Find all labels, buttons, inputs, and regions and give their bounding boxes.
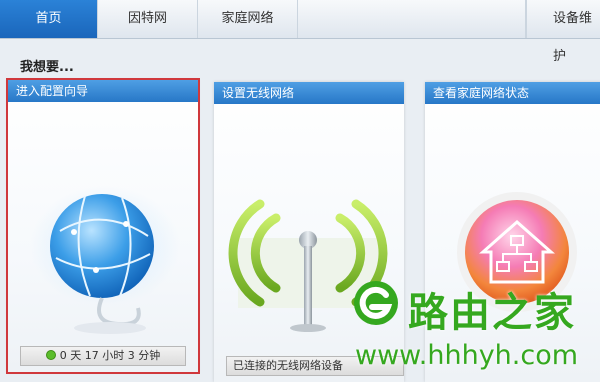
card-wireless-setup[interactable]: 设置无线网络 已连接的无线网络设备: [214, 82, 404, 382]
tab-home-network[interactable]: 家庭网络: [198, 0, 298, 38]
tab-internet[interactable]: 因特网: [98, 0, 198, 38]
watermark-url: www.hhhyh.com: [355, 340, 579, 371]
tab-home[interactable]: 首页: [0, 0, 98, 38]
watermark-logo-icon: [354, 281, 398, 325]
uptime-status: 0 天 17 小时 3 分钟: [20, 346, 186, 366]
card-title: 查看家庭网络状态: [425, 82, 600, 104]
card-title: 设置无线网络: [214, 82, 404, 104]
nav-spacer: [298, 0, 526, 38]
wireless-status-text: 已连接的无线网络设备: [233, 359, 343, 372]
card-config-wizard[interactable]: 进入配置向导 0 天 17 小时 3 分钟: [6, 78, 200, 374]
uptime-text: 0 天 17 小时 3 分钟: [59, 349, 161, 362]
online-dot-icon: [45, 350, 56, 360]
tab-device-maintenance[interactable]: 设备维护: [526, 0, 600, 64]
page-heading: 我想要...: [20, 60, 74, 75]
globe-icon: [30, 186, 180, 334]
watermark-brand-text: 路由之家: [408, 290, 576, 336]
top-nav: 首页 因特网 家庭网络 设备维护: [0, 0, 600, 64]
